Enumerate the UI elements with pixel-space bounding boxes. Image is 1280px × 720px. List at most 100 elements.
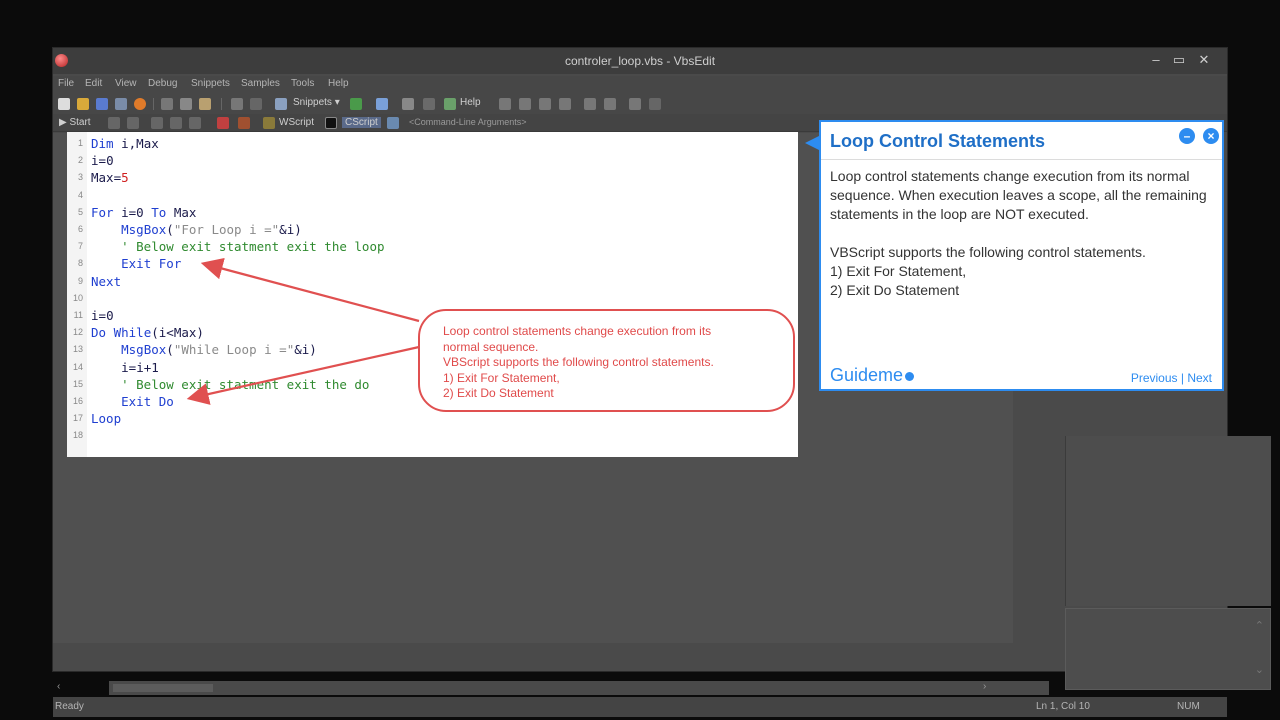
start-label: Start: [69, 117, 91, 128]
find-icon[interactable]: [402, 98, 414, 110]
status-bar: Ready Ln 1, Col 10 NUM: [53, 697, 1227, 717]
guideme-logo: Guideme: [830, 365, 915, 386]
pause-icon[interactable]: [108, 117, 120, 129]
console-icon[interactable]: [387, 117, 399, 129]
menu-help[interactable]: Help: [328, 78, 349, 89]
guide-navigation: Previous | Next: [1131, 371, 1212, 385]
redo-icon[interactable]: [250, 98, 262, 110]
window-title: controler_loop.vbs - VbsEdit: [564, 54, 716, 68]
callout-line: 2) Exit Do Statement: [443, 386, 554, 400]
settings-gear-icon[interactable]: [423, 98, 435, 110]
step-out-icon[interactable]: [189, 117, 201, 129]
minimize-button[interactable]: –: [1145, 51, 1167, 69]
list-icon[interactable]: [649, 98, 661, 110]
undo-icon[interactable]: [231, 98, 243, 110]
guide-list-item: 1) Exit For Statement,: [830, 263, 967, 279]
scrollbar-thumb[interactable]: [113, 684, 213, 692]
cscript-icon[interactable]: [325, 117, 337, 129]
maximize-button[interactable]: ▭: [1168, 51, 1190, 69]
annotation-callout: Loop control statements change execution…: [418, 309, 795, 412]
start-button[interactable]: ▶ Start: [59, 117, 91, 128]
menu-debug[interactable]: Debug: [148, 78, 177, 89]
properties-pane: [1065, 436, 1271, 606]
format-icon[interactable]: [629, 98, 641, 110]
toolbar-separator: [221, 98, 222, 110]
status-text: Ready: [55, 701, 84, 712]
save-all-icon[interactable]: [115, 98, 127, 110]
nav-separator: |: [1180, 371, 1184, 385]
title-bar: controler_loop.vbs - VbsEdit – ▭ ✕: [53, 48, 1227, 74]
comment-icon[interactable]: [499, 98, 511, 110]
main-toolbar: Snippets ▾ Help: [53, 94, 1227, 114]
paste-icon[interactable]: [199, 98, 211, 110]
copy-icon[interactable]: [180, 98, 192, 110]
guideme-tooltip: Loop Control Statements – × Loop control…: [819, 120, 1224, 391]
save-icon[interactable]: [96, 98, 108, 110]
close-guide-icon[interactable]: ×: [1203, 128, 1219, 144]
guideme-logo-dot-icon: [905, 372, 915, 381]
close-button[interactable]: ✕: [1193, 51, 1215, 69]
debug-icon[interactable]: [238, 117, 250, 129]
step-into-icon[interactable]: [151, 117, 163, 129]
next-link[interactable]: Next: [1187, 371, 1212, 385]
uncomment-icon[interactable]: [519, 98, 531, 110]
menu-bar: File Edit View Debug Snippets Samples To…: [53, 76, 1227, 94]
arrow-to-exit-do: [186, 345, 420, 405]
scroll-left-icon[interactable]: ‹: [57, 681, 60, 692]
callout-line: 1) Exit For Statement,: [443, 370, 560, 385]
menu-file[interactable]: File: [58, 78, 74, 89]
wscript-button[interactable]: WScript: [279, 117, 314, 128]
bookmark-icon[interactable]: [539, 98, 551, 110]
step-over-icon[interactable]: [170, 117, 182, 129]
guide-title: Loop Control Statements: [830, 131, 1045, 151]
screen: controler_loop.vbs - VbsEdit – ▭ ✕ File …: [0, 0, 1280, 720]
snippets-icon[interactable]: [275, 98, 287, 110]
breakpoint-icon[interactable]: [217, 117, 229, 129]
scroll-up-icon[interactable]: ⌃: [1255, 619, 1264, 632]
guide-body: Loop control statements change execution…: [830, 167, 1215, 300]
cscript-button[interactable]: CScript: [342, 117, 381, 128]
outdent-icon[interactable]: [604, 98, 616, 110]
guide-paragraph: Loop control statements change execution…: [830, 168, 1207, 222]
arrow-to-exit-for: [200, 257, 420, 323]
open-folder-icon[interactable]: [77, 98, 89, 110]
callout-line: VBScript supports the following control …: [443, 355, 714, 369]
guide-list-item: 2) Exit Do Statement: [830, 282, 960, 298]
guide-header: Loop Control Statements – ×: [821, 122, 1222, 160]
wscript-icon[interactable]: [263, 117, 275, 129]
menu-samples[interactable]: Samples: [241, 78, 280, 89]
num-lock-indicator: NUM: [1177, 701, 1200, 712]
output-pane: ⌃ ⌄: [1065, 608, 1271, 690]
menu-view[interactable]: View: [115, 78, 137, 89]
indent-icon[interactable]: [584, 98, 596, 110]
stop-icon[interactable]: [127, 117, 139, 129]
minimize-guide-icon[interactable]: –: [1179, 128, 1195, 144]
help-button[interactable]: Help: [460, 97, 481, 108]
guideme-logo-text: Guideme: [830, 365, 904, 385]
editor-view-icon[interactable]: [376, 98, 388, 110]
cursor-position: Ln 1, Col 10: [1036, 701, 1090, 712]
guide-paragraph: VBScript supports the following control …: [830, 244, 1146, 260]
scroll-right-icon[interactable]: ›: [983, 681, 986, 692]
menu-snippets[interactable]: Snippets: [191, 78, 230, 89]
toolbar-separator: [153, 98, 154, 110]
callout-line: Loop control statements change execution…: [443, 324, 712, 338]
callout-text: Loop control statements change execution…: [443, 324, 714, 402]
scroll-down-icon[interactable]: ⌄: [1255, 663, 1264, 676]
command-line-arguments-input[interactable]: <Command-Line Arguments>: [409, 117, 527, 127]
callout-line: normal sequence.: [443, 339, 539, 354]
guide-footer: Guideme Previous | Next: [821, 365, 1222, 389]
horizontal-scrollbar[interactable]: [109, 681, 1049, 695]
new-file-icon[interactable]: [58, 98, 70, 110]
snippets-dropdown[interactable]: Snippets ▾: [293, 97, 340, 108]
help-icon[interactable]: [444, 98, 456, 110]
previous-link[interactable]: Previous: [1131, 371, 1178, 385]
snippet-insert-icon[interactable]: [350, 98, 362, 110]
record-icon[interactable]: [134, 98, 146, 110]
bookmark-next-icon[interactable]: [559, 98, 571, 110]
guide-spacer: [830, 224, 1215, 243]
menu-edit[interactable]: Edit: [85, 78, 102, 89]
menu-tools[interactable]: Tools: [291, 78, 314, 89]
cut-icon[interactable]: [161, 98, 173, 110]
guide-pointer: [805, 136, 819, 150]
